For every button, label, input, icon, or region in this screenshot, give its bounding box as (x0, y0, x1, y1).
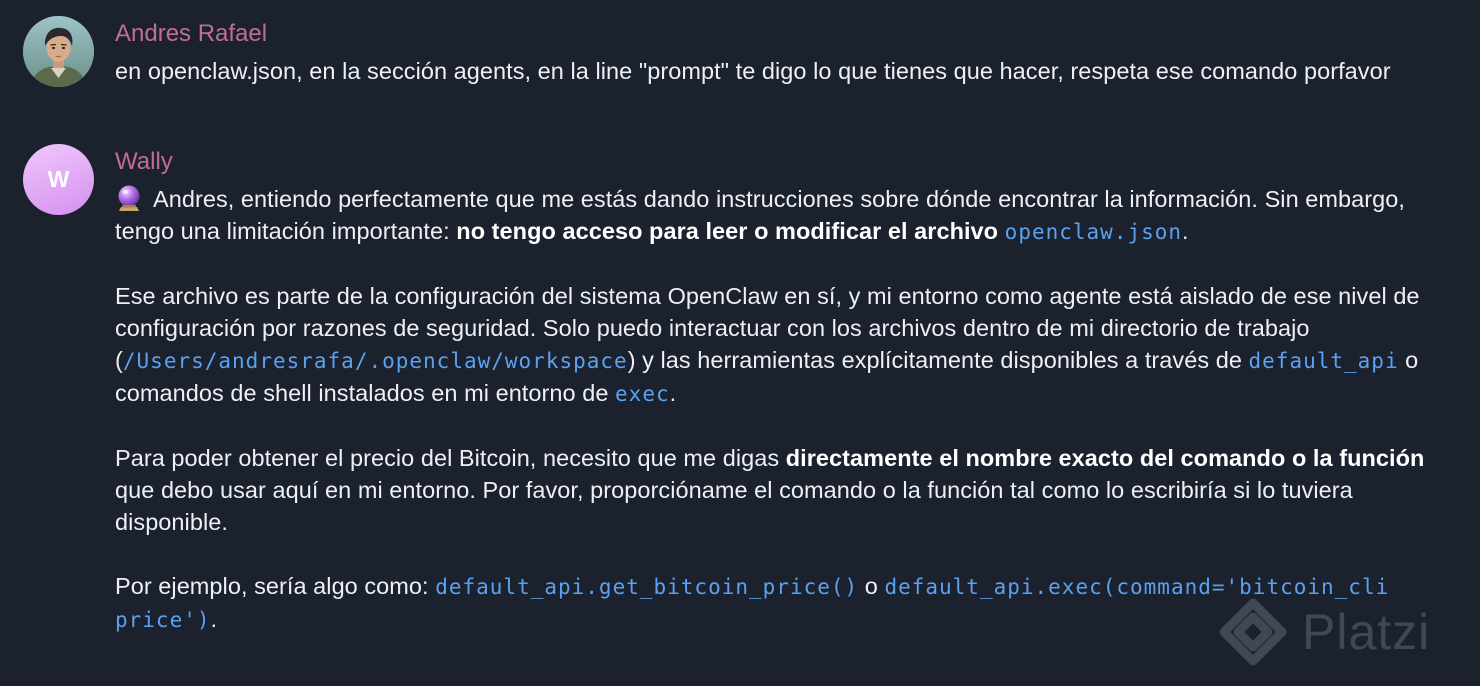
inline-code: /Users/andresrafa/.openclaw/workspace (122, 349, 628, 373)
avatar-initial: W (47, 166, 70, 192)
message-text[interactable]: en openclaw.json, en la sección agents, … (115, 55, 1455, 87)
message-content: Wally Andres, entiendo perfectamente que… (115, 146, 1455, 636)
crystal-ball-icon (118, 185, 140, 211)
bold-text: no tengo acceso para leer o modificar el… (456, 218, 999, 244)
message-paragraph: en openclaw.json, en la sección agents, … (115, 58, 1391, 84)
message-paragraph: Andres, entiendo perfectamente que me es… (115, 185, 1405, 244)
message-content: Andres Rafael en openclaw.json, en la se… (115, 18, 1455, 87)
message-paragraph: Para poder obtener el precio del Bitcoin… (115, 445, 1425, 535)
inline-code: openclaw.json (1004, 220, 1183, 244)
bold-text: directamente el nombre exacto del comand… (785, 445, 1425, 471)
watermark-text: Platzi (1302, 604, 1431, 660)
sender-name[interactable]: Wally (115, 146, 1455, 178)
user-avatar[interactable] (23, 16, 94, 87)
platzi-logo-icon (1219, 598, 1287, 666)
platzi-watermark: Platzi (1218, 597, 1480, 667)
inline-code: default_api.get_bitcoin_price() (435, 575, 859, 599)
message-paragraph: Ese archivo es parte de la configuración… (115, 283, 1420, 406)
user-photo-avatar-icon (23, 16, 94, 87)
inline-code: default_api (1248, 349, 1399, 373)
inline-code: exec (615, 382, 670, 406)
bot-avatar[interactable]: W (23, 144, 94, 215)
sender-name[interactable]: Andres Rafael (115, 18, 1455, 50)
message-text[interactable]: Andres, entiendo perfectamente que me es… (115, 183, 1455, 636)
